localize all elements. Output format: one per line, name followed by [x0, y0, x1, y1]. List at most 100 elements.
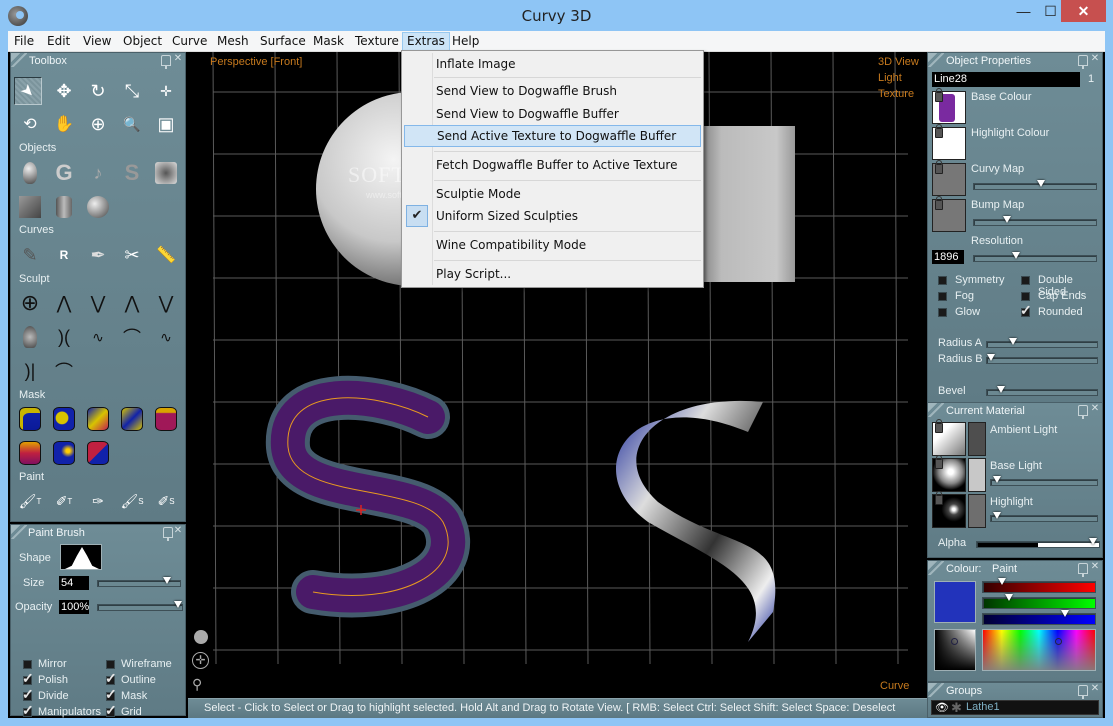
curvy-map-swatch[interactable] — [932, 160, 966, 196]
panel-grip[interactable] — [928, 53, 944, 67]
sculpt-pull-up-tool[interactable]: ⋀ — [50, 289, 78, 317]
close-panel-icon[interactable]: ✕ — [171, 53, 185, 67]
lock-icon[interactable] — [935, 88, 943, 102]
menu-object[interactable]: Object — [119, 32, 166, 51]
curve-pen-r-tool[interactable]: R — [50, 241, 78, 269]
sculpt-raise-wave-tool[interactable]: ∿ — [152, 323, 180, 351]
menu-item-sculptie-mode[interactable]: Sculptie Mode — [404, 183, 701, 205]
pin-icon[interactable] — [1078, 405, 1088, 419]
mask-square-tool[interactable] — [16, 405, 44, 433]
menu-item-send-active-texture-to-dogwaffle-buffer[interactable]: Send Active Texture to Dogwaffle Buffer — [404, 125, 701, 147]
close-button[interactable]: ✕ — [1061, 0, 1106, 22]
panel-grip[interactable] — [11, 53, 27, 67]
hue-picker[interactable] — [982, 629, 1096, 671]
transform-points-tool[interactable]: ✛ — [152, 77, 180, 105]
checkbox-divide[interactable] — [22, 686, 34, 703]
lock-icon[interactable] — [935, 455, 943, 469]
checkbox-grid[interactable] — [105, 702, 117, 719]
resolution-slider[interactable] — [973, 252, 1097, 262]
size-slider[interactable] — [97, 577, 181, 587]
menu-surface[interactable]: Surface — [256, 32, 310, 51]
zoom-tool[interactable]: 🔍 — [118, 110, 146, 138]
mask-split-tool[interactable] — [84, 439, 112, 467]
close-panel-icon[interactable]: ✕ — [1088, 561, 1102, 575]
checkbox-mask[interactable] — [105, 686, 117, 703]
bird-object-tool[interactable]: ♪ — [84, 159, 112, 187]
menu-texture[interactable]: Texture — [351, 32, 403, 51]
alpha-slider[interactable] — [976, 538, 1100, 548]
checkbox-wireframe[interactable] — [106, 660, 115, 669]
base-light-colour[interactable] — [968, 458, 986, 492]
dropper-tool[interactable]: ✑ — [84, 487, 112, 515]
bump-map-swatch[interactable] — [932, 196, 966, 232]
colour-mode[interactable]: Paint — [992, 563, 1017, 575]
lock-icon[interactable] — [935, 419, 943, 433]
menu-file[interactable]: File — [10, 32, 38, 51]
group-item[interactable]: 👁 ✱ Lathe1 — [931, 700, 1099, 715]
picker-marker[interactable] — [951, 638, 958, 645]
bump-map-slider[interactable] — [973, 216, 1097, 226]
sculpt-push-down-tool[interactable]: ⋁ — [84, 289, 112, 317]
eye-icon[interactable]: 👁 — [935, 701, 949, 714]
mode-light[interactable]: Light — [878, 72, 902, 84]
highlight-slider[interactable] — [990, 512, 1098, 522]
object-name-input[interactable]: Line28 — [932, 72, 1080, 87]
asterisk-icon[interactable]: ✱ — [951, 700, 962, 716]
base-light-map[interactable] — [932, 455, 966, 492]
checkbox-rounded[interactable] — [1020, 302, 1032, 319]
airbrush-t-tool[interactable]: ✐ T — [50, 487, 78, 515]
mode-3d-view[interactable]: 3D View — [878, 56, 919, 68]
brush-shape-preview[interactable] — [60, 544, 102, 570]
paint-brush-s-tool[interactable]: 🖌 S — [118, 487, 146, 515]
cloth-object-tool[interactable] — [152, 159, 180, 187]
slider-thumb[interactable] — [1036, 180, 1045, 187]
checkbox-polish[interactable] — [22, 670, 34, 687]
sculpt-arch-tool[interactable]: ⌒ — [50, 357, 78, 385]
slider-thumb[interactable] — [997, 578, 1006, 585]
slider-thumb[interactable] — [1088, 538, 1097, 545]
close-panel-icon[interactable]: ✕ — [171, 525, 185, 539]
mask-fill-tool[interactable] — [152, 405, 180, 433]
pin-icon[interactable] — [1078, 55, 1088, 69]
pin-icon[interactable] — [161, 55, 171, 69]
checkbox-double-sided[interactable] — [1021, 276, 1030, 285]
slider-thumb[interactable] — [1002, 216, 1011, 223]
pan-view-icon[interactable]: ✛ — [192, 652, 209, 669]
sculpt-sphere-tool[interactable]: ⊕ — [16, 289, 44, 317]
hook-object-tool[interactable]: G — [50, 159, 78, 187]
mask-gradient-tool[interactable] — [84, 405, 112, 433]
orbit-view-icon[interactable] — [194, 630, 208, 644]
menu-extras[interactable]: Extras — [402, 32, 450, 51]
mode-texture[interactable]: Texture — [878, 88, 914, 100]
slider-thumb[interactable] — [1061, 610, 1069, 617]
mask-red-tool[interactable] — [16, 439, 44, 467]
zoom-view-icon[interactable]: ⚲ — [192, 676, 208, 692]
highlight-colour-swatch[interactable] — [932, 124, 966, 160]
close-panel-icon[interactable]: ✕ — [1088, 403, 1102, 417]
sculpt-mirror-tool[interactable]: )| — [16, 357, 44, 385]
lock-icon[interactable] — [935, 196, 943, 210]
maximize-button[interactable]: ☐ — [1037, 0, 1064, 22]
lock-icon[interactable] — [935, 124, 943, 138]
resolution-input[interactable]: 1896 — [932, 250, 964, 264]
sculpt-contract-tool[interactable]: ⋁ — [152, 289, 180, 317]
menu-item-fetch-dogwaffle-buffer-to-active-texture[interactable]: Fetch Dogwaffle Buffer to Active Texture — [404, 154, 701, 176]
slider-thumb[interactable] — [997, 386, 1006, 393]
ambient-light-map[interactable] — [932, 419, 966, 456]
menu-item-send-view-to-dogwaffle-brush[interactable]: Send View to Dogwaffle Brush — [404, 80, 701, 102]
slider-thumb[interactable] — [174, 601, 182, 608]
opacity-input[interactable]: 100% — [59, 600, 89, 614]
sculpt-smudge-tool[interactable] — [16, 323, 44, 351]
checkbox-outline[interactable] — [105, 670, 117, 687]
red-channel-slider[interactable] — [982, 578, 1096, 593]
select-tool[interactable]: ➤ — [14, 77, 42, 105]
checkbox-glow[interactable] — [938, 308, 947, 317]
highlight-map[interactable] — [932, 491, 966, 528]
lock-icon[interactable] — [935, 160, 943, 174]
checkbox-symmetry[interactable] — [938, 276, 947, 285]
sculpt-expand-tool[interactable]: ⋀ — [118, 289, 146, 317]
checkbox-cap-ends[interactable] — [1021, 292, 1030, 301]
airbrush-s-tool[interactable]: ✐ S — [152, 487, 180, 515]
add-page-tool[interactable]: ▣ — [152, 110, 180, 138]
panel-grip[interactable] — [11, 525, 27, 539]
